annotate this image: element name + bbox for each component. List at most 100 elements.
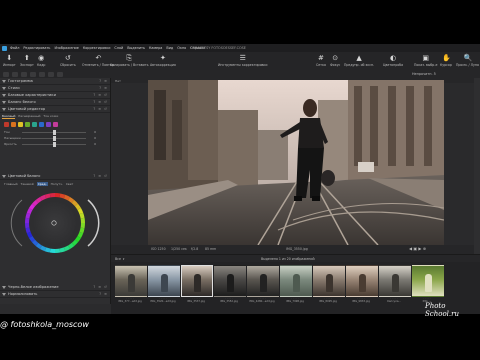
thumbnail[interactable]: · · · · · IMG_4280...edit.jpg: [247, 265, 279, 303]
copy-paste-button[interactable]: ⎘ Копировать / Вставить: [110, 54, 148, 67]
cursor-button[interactable]: ✋ Курсор: [440, 54, 452, 67]
panel-white-balance[interactable]: Баланс белого? ≡ ↺: [0, 99, 110, 106]
tool-tab-exposure-icon[interactable]: [39, 71, 45, 77]
viewer-nav-icons[interactable]: ◀ ▣ ▶ ⊕: [409, 246, 426, 251]
color-swatch[interactable]: [53, 122, 58, 127]
saturation-arc[interactable]: [10, 199, 23, 247]
menu-item-file[interactable]: Файл: [10, 46, 19, 50]
reset-button[interactable]: ↺ Сбросить: [60, 54, 76, 67]
panel-black-white[interactable]: Черно-белое изображение? ≡ ↺: [0, 284, 110, 291]
color-swatch[interactable]: [46, 122, 51, 127]
thumbnail[interactable]: · · · · · Капсула...: [379, 265, 411, 303]
menu-item-view[interactable]: Вид: [166, 46, 173, 50]
menu-item-image[interactable]: Изображение: [54, 46, 78, 50]
tool-tab-lens-icon[interactable]: [21, 71, 27, 77]
tool-tab-details-icon[interactable]: [48, 71, 54, 77]
color-wheel-segment: [80, 217, 85, 223]
thumbnail-image[interactable]: [280, 265, 312, 297]
lightness-arc[interactable]: [87, 199, 100, 247]
tool-tab-color-icon[interactable]: [30, 71, 36, 77]
slider-knob[interactable]: [52, 129, 56, 135]
menu-item-select[interactable]: Выделить: [127, 46, 145, 50]
thumbnail[interactable]: · · · · · IMG_3537.jpg: [181, 265, 213, 303]
viewer-status-label: Непрочитн. 5: [412, 72, 436, 76]
thumbnail-caption: IMG_7998.jpg: [286, 300, 304, 303]
thumbnail-image[interactable]: [181, 265, 213, 297]
panel-color-balance[interactable]: Цветовой баланс? ≡ ↺: [0, 173, 110, 180]
panel-normalize[interactable]: Нормализовать? ≡: [0, 291, 110, 298]
auto-adjust-button[interactable]: ✦ Автокоррекция: [150, 54, 176, 67]
capture-one-window: Файл Редактировать Изображение Корректир…: [0, 44, 480, 314]
color-wheel[interactable]: [0, 188, 110, 258]
thumbnail[interactable]: · · · · · IMG_3552.jpg: [214, 265, 246, 303]
slider-knob[interactable]: [52, 135, 56, 141]
thumbnail-image[interactable]: [346, 265, 378, 297]
panel-styles[interactable]: Стили? ≡: [0, 85, 110, 92]
filter-dropdown[interactable]: Все: [115, 257, 121, 261]
thumbnail[interactable]: · · · · · IMG_...: [412, 265, 444, 303]
grid-button[interactable]: # Сетка: [316, 54, 326, 67]
export-button[interactable]: ⬆ Экспорт: [20, 54, 34, 67]
color-editor-tabs: Базовый Расширенный Тон кожи: [0, 113, 110, 120]
main-photo[interactable]: [148, 80, 444, 245]
tab-highlights[interactable]: Свет: [66, 182, 73, 186]
viewer-filename: IMG_3550.jpg: [286, 247, 308, 251]
color-swatch[interactable]: [32, 122, 37, 127]
color-swatch[interactable]: [4, 122, 9, 127]
thumbnail-image[interactable]: [313, 265, 345, 297]
tab-midtones[interactable]: Сред.: [36, 182, 48, 186]
chevron-down-icon[interactable]: ▾: [123, 257, 125, 261]
tab-master[interactable]: Главный: [4, 182, 18, 186]
panel-histogram[interactable]: Гистограмма? ≡: [0, 78, 110, 85]
color-swatch[interactable]: [39, 122, 44, 127]
panel-basic-characteristics[interactable]: Базовые характеристики? ≡ ↺: [0, 92, 110, 99]
thumbnail-image[interactable]: [115, 265, 147, 297]
viewer-mode-label[interactable]: Нет: [115, 79, 121, 83]
street-photo: [148, 80, 444, 245]
exposure-warning-button[interactable]: ▲ Предупр. об эксп.: [344, 54, 374, 67]
import-button[interactable]: ⬇ Импорт: [3, 54, 16, 67]
thumbnail[interactable]: · · · · · IMG_8095.jpg: [313, 265, 345, 303]
tab-basic[interactable]: Базовый: [2, 114, 16, 119]
meta-iso: ISO 1250: [151, 247, 166, 251]
thumbnail[interactable]: · · · · · IMG_7998.jpg: [280, 265, 312, 303]
color-swatch[interactable]: [18, 122, 23, 127]
menu-item-camera[interactable]: Камера: [149, 46, 162, 50]
thumbnail-subject: [227, 274, 234, 292]
panel-color-editor[interactable]: Цветовой редактор? ≡ ↺: [0, 106, 110, 113]
thumbnail[interactable]: · · · · · IMG_9833.jpg: [346, 265, 378, 303]
thumbnail-image[interactable]: [214, 265, 246, 297]
slider-knob[interactable]: [52, 141, 56, 147]
proof-color-button[interactable]: ◐ Цветопроба: [383, 54, 403, 67]
loupe-icon: 🔍: [463, 54, 473, 62]
color-swatch[interactable]: [25, 122, 30, 127]
tab-highlights-half[interactable]: Полутч.: [51, 182, 63, 186]
menu-item-edit[interactable]: Редактировать: [23, 46, 50, 50]
collapse-triangle-icon: [2, 86, 6, 90]
thumbnail[interactable]: · · · · · IMG_377...edit.jpg: [115, 265, 147, 303]
tool-tab-capture-icon[interactable]: [12, 71, 18, 77]
color-swatch[interactable]: [11, 122, 16, 127]
thumbnail[interactable]: · · · · · IMG_3520...edit.jpg: [148, 265, 180, 303]
loupe-button[interactable]: 🔍 Просм. / Лупа: [456, 54, 479, 67]
thumbnail-subject: [392, 274, 399, 292]
menu-item-layer[interactable]: Слой: [114, 46, 123, 50]
tab-skin-tone[interactable]: Тон кожи: [43, 114, 58, 119]
tab-shadows[interactable]: Теневой: [21, 182, 34, 186]
focus-button[interactable]: ⊙ Фокус: [330, 54, 340, 67]
thumbnail-image[interactable]: [148, 265, 180, 297]
thumbnail-image[interactable]: [412, 265, 444, 297]
menu-item-adjustments[interactable]: Корректировки: [83, 46, 111, 50]
panel-controls[interactable]: ? ≡: [99, 79, 108, 83]
adjustment-tools-button[interactable]: ☰ Инструменты корректировки: [218, 54, 267, 67]
capture-button[interactable]: ◉ Кадр: [37, 54, 45, 67]
thumbnail-image[interactable]: [379, 265, 411, 297]
right-scroll-strip[interactable]: [474, 78, 480, 254]
tool-tab-adjustments-icon[interactable]: [57, 71, 63, 77]
menu-item-window[interactable]: Окно: [177, 46, 186, 50]
color-wheel-segment: [25, 217, 30, 223]
thumbnail-image[interactable]: [247, 265, 279, 297]
show-selected-button[interactable]: ▣ Показ. выбр-е: [414, 54, 437, 67]
tab-advanced[interactable]: Расширенный: [18, 114, 40, 119]
tool-tab-library-icon[interactable]: [3, 71, 9, 77]
